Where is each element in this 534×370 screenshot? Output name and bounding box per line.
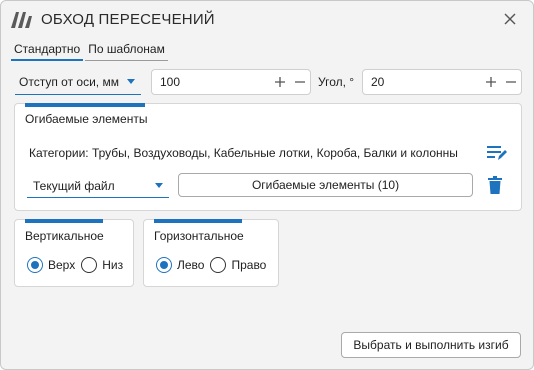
- panel-accent: [154, 219, 242, 223]
- trash-icon[interactable]: [488, 176, 502, 194]
- radio-left-label: Лево: [177, 258, 205, 272]
- radio-right-label: Право: [231, 258, 267, 272]
- offset-mode-value: Отступ от оси, мм: [19, 74, 119, 89]
- wrapped-elements-panel: Огибаемые элементы Категории: Трубы, Воз…: [14, 103, 522, 211]
- vertical-title: Вертикальное: [25, 229, 104, 243]
- horizontal-options: Лево Право: [156, 257, 272, 273]
- close-icon[interactable]: [501, 10, 519, 28]
- angle-value-field[interactable]: 20: [362, 69, 522, 95]
- wrapped-elements-title: Огибаемые элементы: [25, 112, 148, 126]
- chevron-down-icon: [155, 183, 163, 188]
- offset-value: 100: [160, 75, 181, 89]
- minus-icon[interactable]: [290, 72, 310, 92]
- tab-standard[interactable]: Стандартно: [11, 41, 84, 61]
- radio-right[interactable]: [210, 257, 227, 273]
- horizontal-panel: Горизонтальное Лево Право: [143, 219, 279, 287]
- title-bar: ОБХОД ПЕРЕСЕЧЕНИЙ: [1, 1, 533, 37]
- vertical-panel: Вертикальное Верх Низ: [14, 219, 134, 287]
- panel-accent: [25, 219, 103, 223]
- radio-bottom[interactable]: [81, 257, 98, 273]
- minus-icon[interactable]: [501, 72, 521, 92]
- radio-top-label: Верх: [48, 258, 76, 272]
- panel-accent: [25, 103, 145, 107]
- tab-bar: Стандартно По шаблонам: [11, 41, 170, 61]
- select-and-bend-button[interactable]: Выбрать и выполнить изгиб: [341, 332, 521, 358]
- edit-list-icon[interactable]: [486, 144, 508, 162]
- plus-icon[interactable]: [481, 72, 501, 92]
- angle-value: 20: [371, 75, 385, 89]
- radio-left[interactable]: [156, 257, 172, 273]
- horizontal-title: Горизонтальное: [154, 229, 244, 243]
- source-file-select[interactable]: Текущий файл: [27, 174, 169, 198]
- window-title: ОБХОД ПЕРЕСЕЧЕНИЙ: [41, 11, 215, 28]
- categories-text: Категории: Трубы, Воздуховоды, Кабельные…: [29, 146, 458, 160]
- radio-bottom-label: Низ: [102, 258, 124, 272]
- chevron-down-icon: [127, 79, 135, 84]
- plus-icon[interactable]: [270, 72, 290, 92]
- angle-label: Угол, °: [318, 75, 355, 89]
- offset-value-field[interactable]: 100: [151, 69, 311, 95]
- source-file-value: Текущий файл: [33, 178, 115, 193]
- wrapped-elements-button[interactable]: Огибаемые элементы (10): [178, 173, 473, 197]
- app-logo-icon: [11, 12, 32, 28]
- tab-templates[interactable]: По шаблонам: [85, 41, 168, 61]
- dialog-window: ОБХОД ПЕРЕСЕЧЕНИЙ Стандартно По шаблонам…: [0, 0, 534, 370]
- offset-mode-select[interactable]: Отступ от оси, мм: [15, 69, 141, 95]
- radio-top[interactable]: [27, 257, 43, 273]
- vertical-options: Верх Низ: [27, 257, 129, 273]
